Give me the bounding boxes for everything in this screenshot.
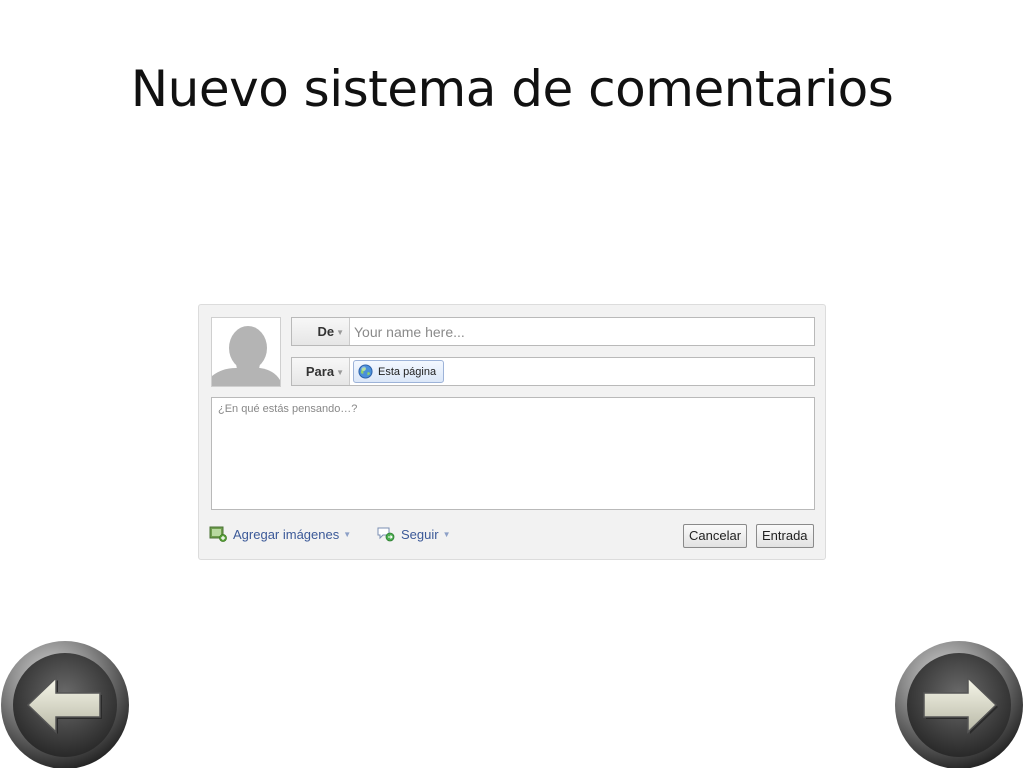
audience-label: Esta página (378, 365, 437, 378)
chevron-down-icon: ▼ (336, 368, 344, 378)
chevron-down-icon: ▼ (442, 529, 451, 539)
slide: Nuevo sistema de comentarios De▼ Para▼ (0, 0, 1024, 768)
from-row: De ▼ (291, 317, 815, 346)
follow-label: Seguir (401, 526, 439, 542)
to-row: Para ▼ Esta página (291, 357, 815, 386)
to-dropdown[interactable]: Para ▼ (292, 358, 350, 385)
from-label: De (317, 324, 335, 339)
chevron-down-icon: ▼ (336, 328, 344, 338)
audience-token[interactable]: Esta página (353, 360, 445, 383)
next-slide-button[interactable] (894, 638, 1024, 768)
slide-title: Nuevo sistema de comentarios (130, 60, 894, 118)
follow-comment-icon (377, 527, 395, 542)
add-images-link[interactable]: Agregar imágenes ▼ (209, 526, 351, 542)
comment-textarea[interactable] (211, 397, 815, 510)
submit-button[interactable]: Entrada (756, 524, 814, 548)
previous-slide-button[interactable] (0, 638, 130, 768)
follow-link[interactable]: Seguir ▼ (377, 526, 451, 542)
default-avatar-icon (212, 318, 280, 386)
comment-widget: De▼ Para▼ Esta página (198, 304, 826, 560)
left-arrow-icon (1, 641, 129, 768)
right-arrow-icon (895, 641, 1023, 768)
chevron-down-icon: ▼ (343, 529, 352, 539)
photo-add-icon (209, 526, 227, 542)
from-dropdown[interactable]: De ▼ (292, 318, 350, 345)
globe-icon (358, 364, 373, 379)
name-input[interactable] (354, 320, 804, 343)
add-images-label: Agregar imágenes (233, 526, 340, 542)
avatar (211, 317, 281, 387)
cancel-button[interactable]: Cancelar (683, 524, 747, 548)
to-label: Para (305, 364, 335, 379)
